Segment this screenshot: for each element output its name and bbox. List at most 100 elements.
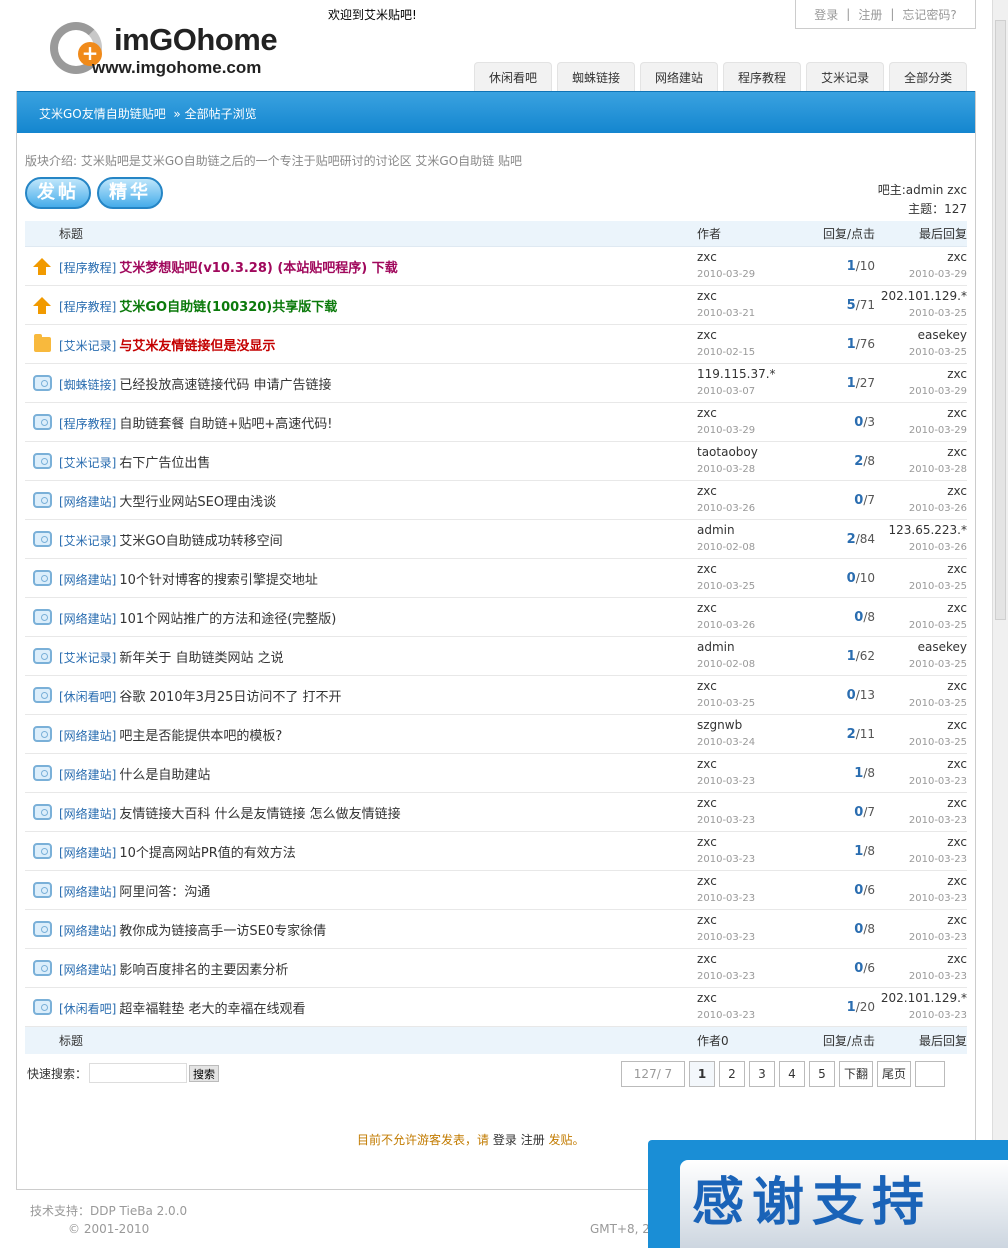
topic-category-link[interactable]: [蜘蛛链接] — [59, 378, 116, 392]
topic-category-link[interactable]: [网络建站] — [59, 495, 116, 509]
topic-title-link[interactable]: 阿里问答：沟通 — [119, 885, 210, 900]
site-logo[interactable]: + imGOhome www.imgohome.com — [48, 20, 308, 80]
last-reply-user[interactable]: zxc — [947, 601, 967, 616]
tab-web-building[interactable]: 网络建站 — [640, 62, 719, 91]
notice-login-link[interactable]: 登录 — [493, 1133, 517, 1147]
topic-author[interactable]: zxc — [697, 601, 801, 616]
topic-category-link[interactable]: [休闲看吧] — [59, 1002, 116, 1016]
last-reply-user[interactable]: zxc — [947, 445, 967, 460]
login-link[interactable]: 登录 — [814, 6, 838, 23]
topic-author[interactable]: zxc — [697, 757, 801, 772]
topic-category-link[interactable]: [网络建站] — [59, 573, 116, 587]
thanks-banner[interactable]: 感谢支持 — [648, 1140, 1008, 1248]
topic-author[interactable]: zxc — [697, 484, 801, 499]
last-reply-user[interactable]: zxc — [947, 406, 967, 421]
last-reply-user[interactable]: 202.101.129.* — [881, 289, 967, 304]
last-reply-user[interactable]: zxc — [947, 367, 967, 382]
topic-title-link[interactable]: 自助链套餐 自助链+贴吧+高速代码! — [119, 417, 332, 432]
topic-category-link[interactable]: [艾米记录] — [59, 651, 116, 665]
topic-author[interactable]: zxc — [697, 874, 801, 889]
new-post-button[interactable]: 发帖 — [25, 177, 91, 209]
topic-category-link[interactable]: [网络建站] — [59, 807, 116, 821]
topic-title-link[interactable]: 超幸福鞋垫 老大的幸福在线观看 — [119, 1002, 305, 1017]
topic-title-link[interactable]: 艾米梦想贴吧(v10.3.28) (本站贴吧程序) 下载 — [119, 261, 397, 276]
topic-author[interactable]: taotaoboy — [697, 445, 801, 460]
topic-author[interactable]: admin — [697, 523, 801, 538]
tab-all-categories[interactable]: 全部分类 — [889, 62, 968, 91]
topic-author[interactable]: zxc — [697, 679, 801, 694]
forgot-password-link[interactable]: 忘记密码? — [902, 6, 956, 23]
last-reply-user[interactable]: zxc — [947, 484, 967, 499]
topic-category-link[interactable]: [网络建站] — [59, 768, 116, 782]
topic-title-link[interactable]: 10个提高网站PR值的有效方法 — [119, 846, 295, 861]
last-reply-user[interactable]: zxc — [947, 250, 967, 265]
topic-author[interactable]: zxc — [697, 952, 801, 967]
last-reply-user[interactable]: zxc — [947, 562, 967, 577]
last-reply-user[interactable]: 123.65.223.* — [888, 523, 967, 538]
topic-title-link[interactable]: 友情链接大百科 什么是友情链接 怎么做友情链接 — [119, 807, 400, 822]
topic-title-link[interactable]: 影响百度排名的主要因素分析 — [119, 963, 288, 978]
topic-title-link[interactable]: 教你成为链接高手一访SE0专家徐倩 — [119, 924, 326, 939]
topic-category-link[interactable]: [程序教程] — [59, 417, 116, 431]
last-reply-user[interactable]: easekey — [918, 328, 967, 343]
tab-leisure[interactable]: 休闲看吧 — [474, 62, 553, 91]
topic-category-link[interactable]: [艾米记录] — [59, 339, 116, 353]
topic-author[interactable]: zxc — [697, 250, 801, 265]
topic-category-link[interactable]: [网络建站] — [59, 729, 116, 743]
topic-author[interactable]: zxc — [697, 328, 801, 343]
topic-author[interactable]: admin — [697, 640, 801, 655]
topic-title-link[interactable]: 新年关于 自助链类网站 之说 — [119, 651, 283, 666]
page-2[interactable]: 2 — [719, 1061, 745, 1087]
topic-title-link[interactable]: 与艾米友情链接但是没显示 — [119, 339, 275, 354]
quick-search-input[interactable] — [89, 1063, 188, 1083]
topic-author[interactable]: szgnwb — [697, 718, 801, 733]
topic-author[interactable]: zxc — [697, 796, 801, 811]
topic-title-link[interactable]: 已经投放高速链接代码 申请广告链接 — [119, 378, 331, 393]
topic-author[interactable]: zxc — [697, 289, 801, 304]
topic-category-link[interactable]: [网络建站] — [59, 924, 116, 938]
tab-aimi-records[interactable]: 艾米记录 — [806, 62, 885, 91]
topic-category-link[interactable]: [网络建站] — [59, 885, 116, 899]
topic-category-link[interactable]: [休闲看吧] — [59, 690, 116, 704]
topic-category-link[interactable]: [网络建站] — [59, 612, 116, 626]
scrollbar-thumb[interactable] — [995, 20, 1006, 620]
breadcrumb-current[interactable]: 全部帖子浏览 — [185, 107, 257, 121]
page-scrollbar[interactable] — [992, 0, 1008, 1248]
topic-author[interactable]: zxc — [697, 835, 801, 850]
topic-author[interactable]: zxc — [697, 913, 801, 928]
topic-author[interactable]: zxc — [697, 562, 801, 577]
last-page-button[interactable]: 尾页 — [877, 1061, 912, 1087]
page-5[interactable]: 5 — [809, 1061, 835, 1087]
topic-author[interactable]: zxc — [697, 406, 801, 421]
topic-title-link[interactable]: 吧主是否能提供本吧的模板? — [119, 729, 282, 744]
last-reply-user[interactable]: zxc — [947, 952, 967, 967]
topic-title-link[interactable]: 艾米GO自助链(100320)共享版下载 — [119, 300, 337, 315]
tab-tutorials[interactable]: 程序教程 — [723, 62, 802, 91]
notice-register-link[interactable]: 注册 — [521, 1133, 545, 1147]
last-reply-user[interactable]: zxc — [947, 874, 967, 889]
topic-category-link[interactable]: [网络建站] — [59, 963, 116, 977]
page-3[interactable]: 3 — [749, 1061, 775, 1087]
last-reply-user[interactable]: 202.101.129.* — [881, 991, 967, 1006]
page-1[interactable]: 1 — [689, 1061, 715, 1087]
topic-title-link[interactable]: 什么是自助建站 — [119, 768, 210, 783]
topic-title-link[interactable]: 艾米GO自助链成功转移空间 — [119, 534, 282, 549]
last-reply-user[interactable]: zxc — [947, 757, 967, 772]
last-reply-user[interactable]: easekey — [918, 640, 967, 655]
topic-title-link[interactable]: 谷歌 2010年3月25日访问不了 打不开 — [119, 690, 341, 705]
topic-title-link[interactable]: 10个针对博客的搜索引擎提交地址 — [119, 573, 318, 588]
breadcrumb-home-link[interactable]: 艾米GO友情自助链贴吧 — [39, 107, 166, 121]
topic-category-link[interactable]: [网络建站] — [59, 846, 116, 860]
last-reply-user[interactable]: zxc — [947, 718, 967, 733]
last-reply-user[interactable]: zxc — [947, 679, 967, 694]
quick-search-button[interactable]: 搜索 — [189, 1064, 220, 1082]
topic-category-link[interactable]: [程序教程] — [59, 300, 116, 314]
topic-title-link[interactable]: 101个网站推广的方法和途径(完整版) — [119, 612, 336, 627]
topic-category-link[interactable]: [程序教程] — [59, 261, 116, 275]
next-page-button[interactable]: 下翻 — [839, 1061, 874, 1087]
topic-author[interactable]: 119.115.37.* — [697, 367, 801, 382]
topic-author[interactable]: zxc — [697, 991, 801, 1006]
last-reply-user[interactable]: zxc — [947, 796, 967, 811]
topic-category-link[interactable]: [艾米记录] — [59, 456, 116, 470]
topic-title-link[interactable]: 右下广告位出售 — [119, 456, 210, 471]
